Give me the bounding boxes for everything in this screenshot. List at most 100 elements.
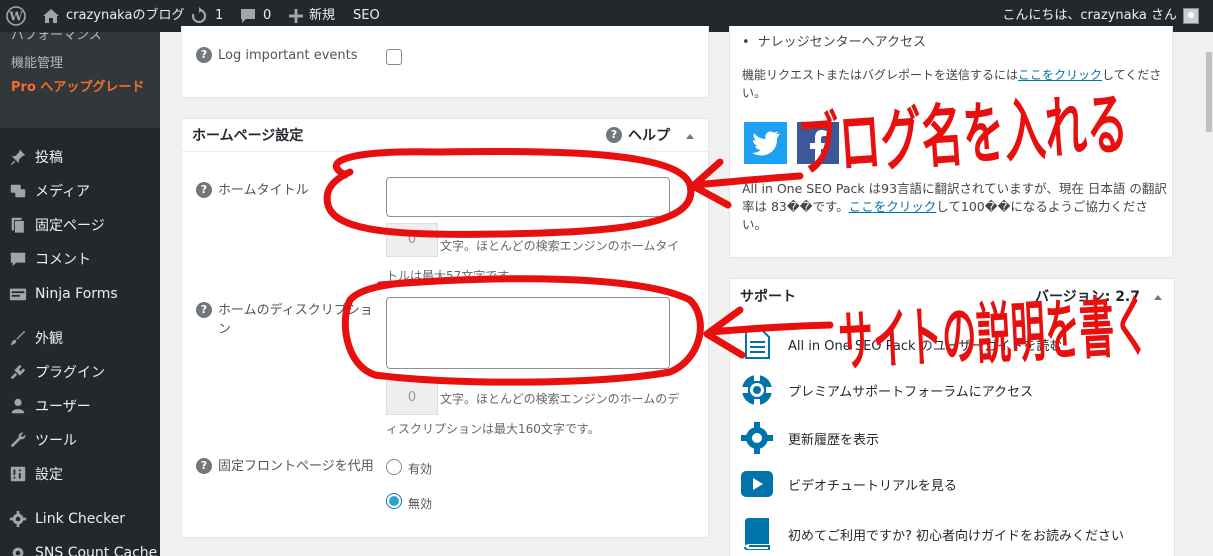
submenu-upgrade-pro[interactable]: Pro へアップグレード xyxy=(11,79,146,97)
divider xyxy=(182,151,708,152)
home-icon xyxy=(42,8,60,24)
support-title: サポート xyxy=(740,289,796,305)
sidebar-item-plugins[interactable]: プラグイン xyxy=(0,355,160,389)
support-item-forum[interactable]: プレミアムサポートフォーラムにアクセス xyxy=(740,373,1033,407)
support-item-label: ビデオチュートリアルを見る xyxy=(788,478,957,494)
comment-icon xyxy=(8,249,28,269)
page-icon xyxy=(8,215,28,235)
sidebar-item-label: SNS Count Cache xyxy=(35,545,158,556)
help-icon[interactable]: ? xyxy=(196,182,212,198)
sidebar-item-label: プラグイン xyxy=(35,365,105,381)
home-title-help: 文字。ほとんどの検索エンジンのホームタイトルは最大57文字です。 xyxy=(386,239,680,283)
submenu-performance[interactable]: パフォーマンス xyxy=(11,32,102,43)
book-icon xyxy=(744,518,770,550)
help-icon[interactable]: ? xyxy=(196,458,212,474)
sidebar-item-media[interactable]: メディア xyxy=(0,174,160,208)
home-title-input[interactable] xyxy=(386,177,670,217)
scrollbar-thumb[interactable] xyxy=(1206,52,1212,132)
feature-request-link[interactable]: ここをクリック xyxy=(1018,68,1102,82)
lifebuoy-icon xyxy=(742,375,772,405)
sidebar-item-pages[interactable]: 固定ページ xyxy=(0,208,160,242)
sidebar-item-label: メディア xyxy=(35,184,91,200)
help-icon[interactable]: ? xyxy=(196,302,212,318)
wrench-icon xyxy=(8,430,28,450)
home-title-label: ? ホームタイトル xyxy=(196,181,309,200)
feature-request-text: 機能リクエストまたはバグレポートを送信するにはここをクリックしてください。 xyxy=(742,68,1162,100)
knowledge-center-item[interactable]: • ナレッジセンターへアクセス xyxy=(742,34,926,52)
support-panel: サポート バージョン: 2.7 xyxy=(729,278,1175,556)
log-settings-panel: ? Log important events xyxy=(181,26,709,98)
disabled-label: 無効 xyxy=(408,497,433,511)
sidebar-item-label: 固定ページ xyxy=(35,218,105,234)
sidebar-item-link-checker[interactable]: Link Checker xyxy=(0,502,160,536)
sidebar-item-label: 投稿 xyxy=(35,150,63,166)
collapse-arrow-icon[interactable] xyxy=(1154,295,1162,300)
support-item-label: All in One SEO Pack のユーザーガイドを読む xyxy=(788,338,1063,354)
site-name: crazynakaのブログ xyxy=(66,8,185,23)
sidebar-item-users[interactable]: ユーザー xyxy=(0,389,160,423)
log-events-label: ? Log important events xyxy=(196,46,358,65)
support-item-label: 初めてご利用ですか? 初心者向けガイドをお読みください xyxy=(788,528,1125,544)
sidebar-item-settings[interactable]: 設定 xyxy=(0,457,160,491)
help-toggle[interactable]: ? ヘルプ xyxy=(606,125,670,145)
homepage-settings-panel: ホームページ設定 ? ヘルプ ? ホームタイトル 0 文字。ほとんどの検索エンジ… xyxy=(181,118,709,538)
page-scrollbar[interactable] xyxy=(1205,32,1213,556)
help-label: ヘルプ xyxy=(628,128,670,144)
avatar xyxy=(1183,8,1199,24)
gear-icon xyxy=(8,543,28,556)
sidebar-item-label: コメント xyxy=(35,252,91,268)
submenu-feature-manager[interactable]: 機能管理 xyxy=(11,52,63,71)
static-front-label: ? 固定フロントページを代用 xyxy=(196,457,376,476)
support-version: バージョン: 2.7 xyxy=(1035,289,1140,305)
sidebar-item-ninja-forms[interactable]: Ninja Forms xyxy=(0,277,160,311)
plus-icon xyxy=(289,9,303,23)
pin-icon xyxy=(8,147,28,167)
sidebar-item-tools[interactable]: ツール xyxy=(0,423,160,457)
site-name-link[interactable]: crazynakaのブログ xyxy=(42,0,184,32)
help-icon: ? xyxy=(606,127,622,143)
plugin-icon xyxy=(8,362,28,382)
facebook-icon[interactable] xyxy=(797,122,839,164)
log-events-checkbox[interactable] xyxy=(386,49,402,65)
sidebar-item-label: 外観 xyxy=(35,331,63,347)
settings-icon xyxy=(8,464,28,484)
static-front-disabled-radio[interactable] xyxy=(386,493,402,509)
static-front-enabled-radio[interactable] xyxy=(386,459,402,475)
sidebar-item-label: Link Checker xyxy=(35,511,126,527)
support-item-videos[interactable]: ビデオチュートリアルを見る xyxy=(740,470,957,498)
wordpress-logo-icon[interactable]: W xyxy=(6,0,26,32)
sidebar-item-label: Ninja Forms xyxy=(35,286,118,302)
support-item-beginner-guide[interactable]: 初めてご利用ですか? 初心者向けガイドをお読みください xyxy=(740,518,1124,550)
bullet: • xyxy=(742,35,750,50)
support-item-label: 更新履歴を表示 xyxy=(788,432,880,448)
brush-icon xyxy=(8,328,28,348)
translation-text: All in One SEO Pack は93言語に翻訳されていますが、現在 日… xyxy=(742,181,1167,232)
support-item-changelog[interactable]: 更新履歴を表示 xyxy=(740,421,879,455)
gear-icon xyxy=(8,509,28,529)
svg-text:W: W xyxy=(8,10,23,24)
sidebar-item-label: 設定 xyxy=(35,467,63,483)
comment-icon xyxy=(240,8,256,24)
media-icon xyxy=(8,181,28,201)
home-description-textarea[interactable] xyxy=(386,297,670,369)
gear-icon xyxy=(741,422,773,454)
sidebar-item-comments[interactable]: コメント xyxy=(0,242,160,276)
home-description-label: ? ホームのディスクリプション xyxy=(196,301,376,339)
form-icon xyxy=(8,284,28,304)
info-panel: • ナレッジセンターへアクセス 機能リクエストまたはバグレポートを送信するにはここ… xyxy=(729,26,1173,258)
enabled-label: 有効 xyxy=(408,462,433,476)
sidebar-item-appearance[interactable]: 外観 xyxy=(0,321,160,355)
twitter-icon[interactable] xyxy=(744,122,787,164)
help-icon[interactable]: ? xyxy=(196,47,212,63)
sidebar-item-label: ツール xyxy=(35,433,77,449)
sidebar-item-label: ユーザー xyxy=(35,399,91,415)
video-icon xyxy=(741,471,773,497)
support-item-user-guide[interactable]: All in One SEO Pack のユーザーガイドを読む xyxy=(740,329,1062,359)
sidebar-item-sns-count-cache[interactable]: SNS Count Cache xyxy=(0,536,160,556)
sidebar-item-posts[interactable]: 投稿 xyxy=(0,140,160,174)
document-icon xyxy=(745,329,770,359)
seo-submenu: パフォーマンス 機能管理 Pro へアップグレード xyxy=(0,32,160,128)
admin-sidebar: パフォーマンス 機能管理 Pro へアップグレード 投稿 メディア 固定ページ … xyxy=(0,32,160,556)
translation-link[interactable]: ここをクリック xyxy=(849,199,937,214)
collapse-arrow-icon[interactable] xyxy=(686,134,694,139)
